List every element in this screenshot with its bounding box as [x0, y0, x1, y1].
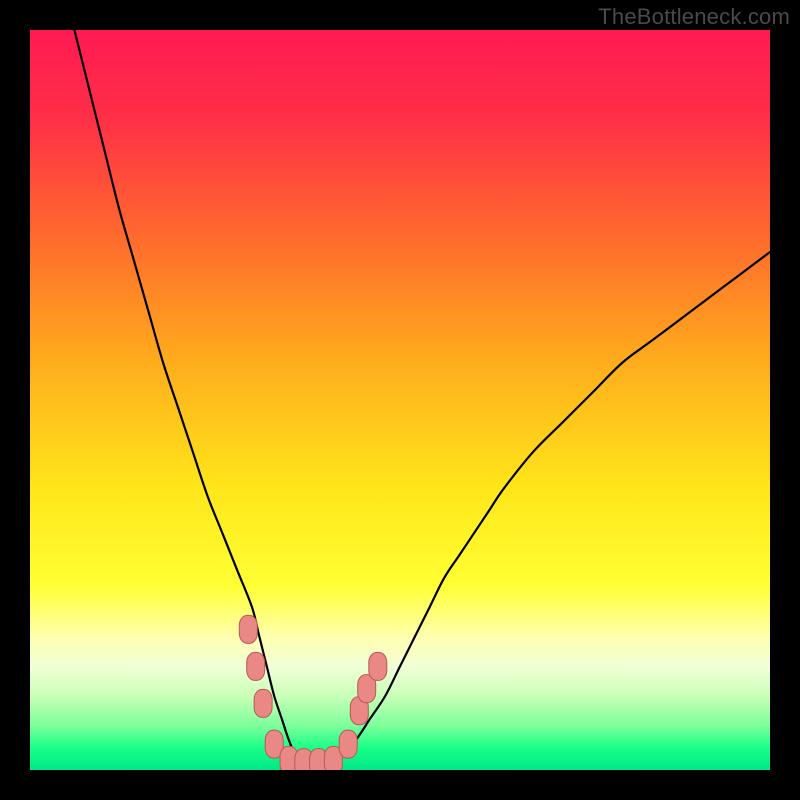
watermark-text: TheBottleneck.com [598, 4, 790, 30]
gradient-background [30, 30, 770, 770]
outer-frame: TheBottleneck.com [0, 0, 800, 800]
curve-marker [239, 615, 257, 643]
curve-marker [254, 689, 272, 717]
curve-marker [369, 652, 387, 680]
curve-marker [247, 652, 265, 680]
curve-marker [339, 730, 357, 758]
bottleneck-chart [30, 30, 770, 770]
